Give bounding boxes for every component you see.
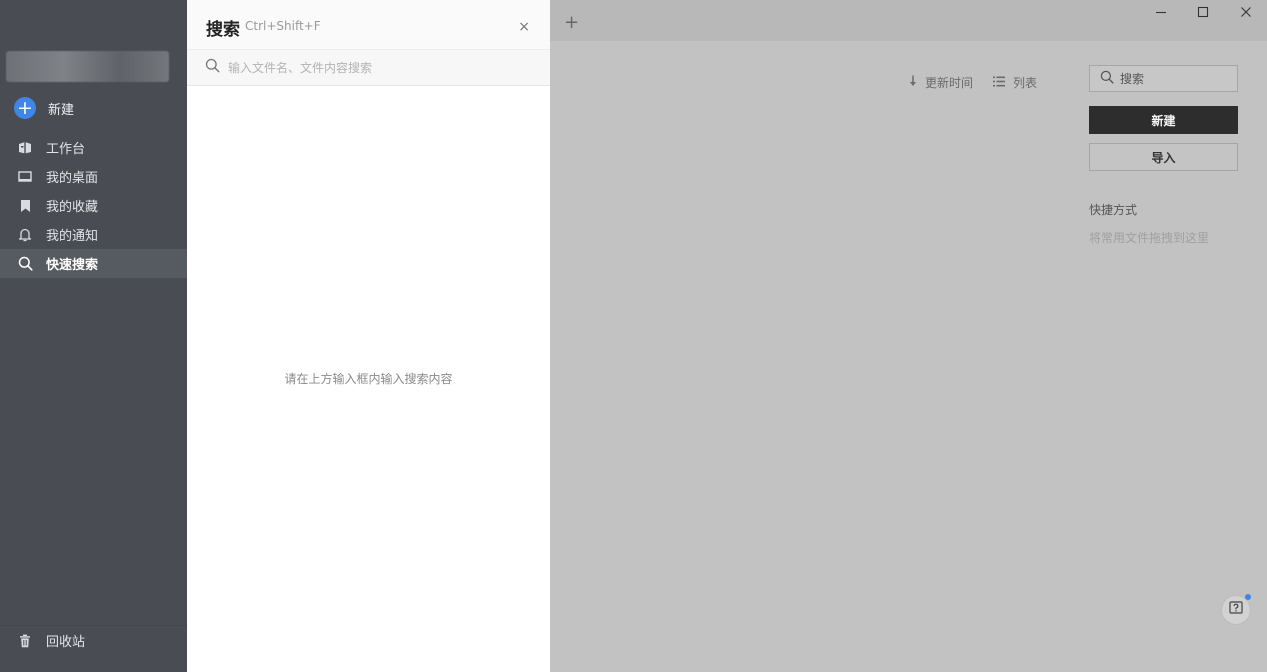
notification-dot <box>1245 594 1251 600</box>
file-search-label: 搜索 <box>1120 72 1145 86</box>
plus-icon: + <box>14 97 36 119</box>
window-close-icon[interactable] <box>1238 4 1254 20</box>
sidebar-item-workbench[interactable]: 工作台 <box>0 133 187 162</box>
list-icon <box>993 76 1005 90</box>
search-panel: 搜索 Ctrl+Shift+F × 请在上方输入框内输入搜索内容 <box>187 0 550 672</box>
search-icon <box>1100 70 1114 87</box>
sidebar-item-favorites[interactable]: 我的收藏 <box>0 191 187 220</box>
sidebar: + 新建 工作台 我的桌面 我的收藏 我的通知 快速搜索 回收站 <box>0 0 187 672</box>
help-button[interactable] <box>1221 594 1251 625</box>
search-panel-header: 搜索 Ctrl+Shift+F × <box>187 0 550 50</box>
minimize-icon[interactable] <box>1153 4 1169 20</box>
search-input-row <box>187 50 550 86</box>
sidebar-nav: 工作台 我的桌面 我的收藏 我的通知 快速搜索 <box>0 133 187 278</box>
sidebar-item-quick-search[interactable]: 快速搜索 <box>0 249 187 278</box>
search-input[interactable] <box>228 60 528 75</box>
shortcuts-title: 快捷方式 <box>1089 203 1138 217</box>
tab-bar: + <box>550 0 1267 41</box>
trash-icon <box>17 633 33 649</box>
file-search-box[interactable]: 搜索 <box>1089 65 1238 92</box>
search-panel-title: 搜索 <box>206 20 240 40</box>
sort-label: 更新时间 <box>925 76 974 90</box>
search-icon <box>17 256 33 272</box>
sidebar-trash-label: 回收站 <box>46 635 86 650</box>
help-icon <box>1229 601 1243 619</box>
sidebar-item-label: 我的通知 <box>46 229 99 244</box>
sort-by-update-time-button[interactable]: 更新时间 <box>909 74 973 91</box>
shortcuts-drop-hint: 将常用文件拖拽到这里 <box>1089 231 1210 245</box>
sidebar-new-label: 新建 <box>48 102 75 118</box>
new-file-button[interactable]: 新建 <box>1089 106 1238 134</box>
sidebar-item-label: 快速搜索 <box>46 258 99 273</box>
view-label: 列表 <box>1013 76 1038 90</box>
maximize-icon[interactable] <box>1195 4 1211 20</box>
desktop-icon <box>17 169 33 185</box>
bookmark-icon <box>17 198 33 214</box>
import-button[interactable]: 导入 <box>1089 143 1238 171</box>
search-icon <box>205 58 220 77</box>
close-icon[interactable]: × <box>518 20 530 34</box>
sort-down-icon <box>909 75 917 90</box>
sidebar-item-label: 我的收藏 <box>46 200 99 215</box>
sidebar-item-notifications[interactable]: 我的通知 <box>0 220 187 249</box>
bell-icon <box>17 227 33 243</box>
sidebar-item-desktop[interactable]: 我的桌面 <box>0 162 187 191</box>
sidebar-item-label: 我的桌面 <box>46 171 99 186</box>
workbench-icon <box>17 140 33 156</box>
add-tab-icon[interactable]: + <box>564 14 579 32</box>
sidebar-item-trash[interactable]: 回收站 <box>0 625 187 655</box>
view-list-button[interactable]: 列表 <box>993 74 1037 91</box>
main-content: 更新时间 列表 搜索 新建 导入 快捷方式 将常用文件拖拽到这里 <box>550 41 1267 672</box>
sidebar-new-button[interactable]: + 新建 <box>14 96 74 120</box>
search-empty-hint: 请在上方输入框内输入搜索内容 <box>284 372 453 386</box>
sidebar-item-label: 工作台 <box>46 142 86 157</box>
account-avatar-blurred[interactable] <box>6 51 169 82</box>
search-shortcut-hint: Ctrl+Shift+F <box>245 19 321 33</box>
